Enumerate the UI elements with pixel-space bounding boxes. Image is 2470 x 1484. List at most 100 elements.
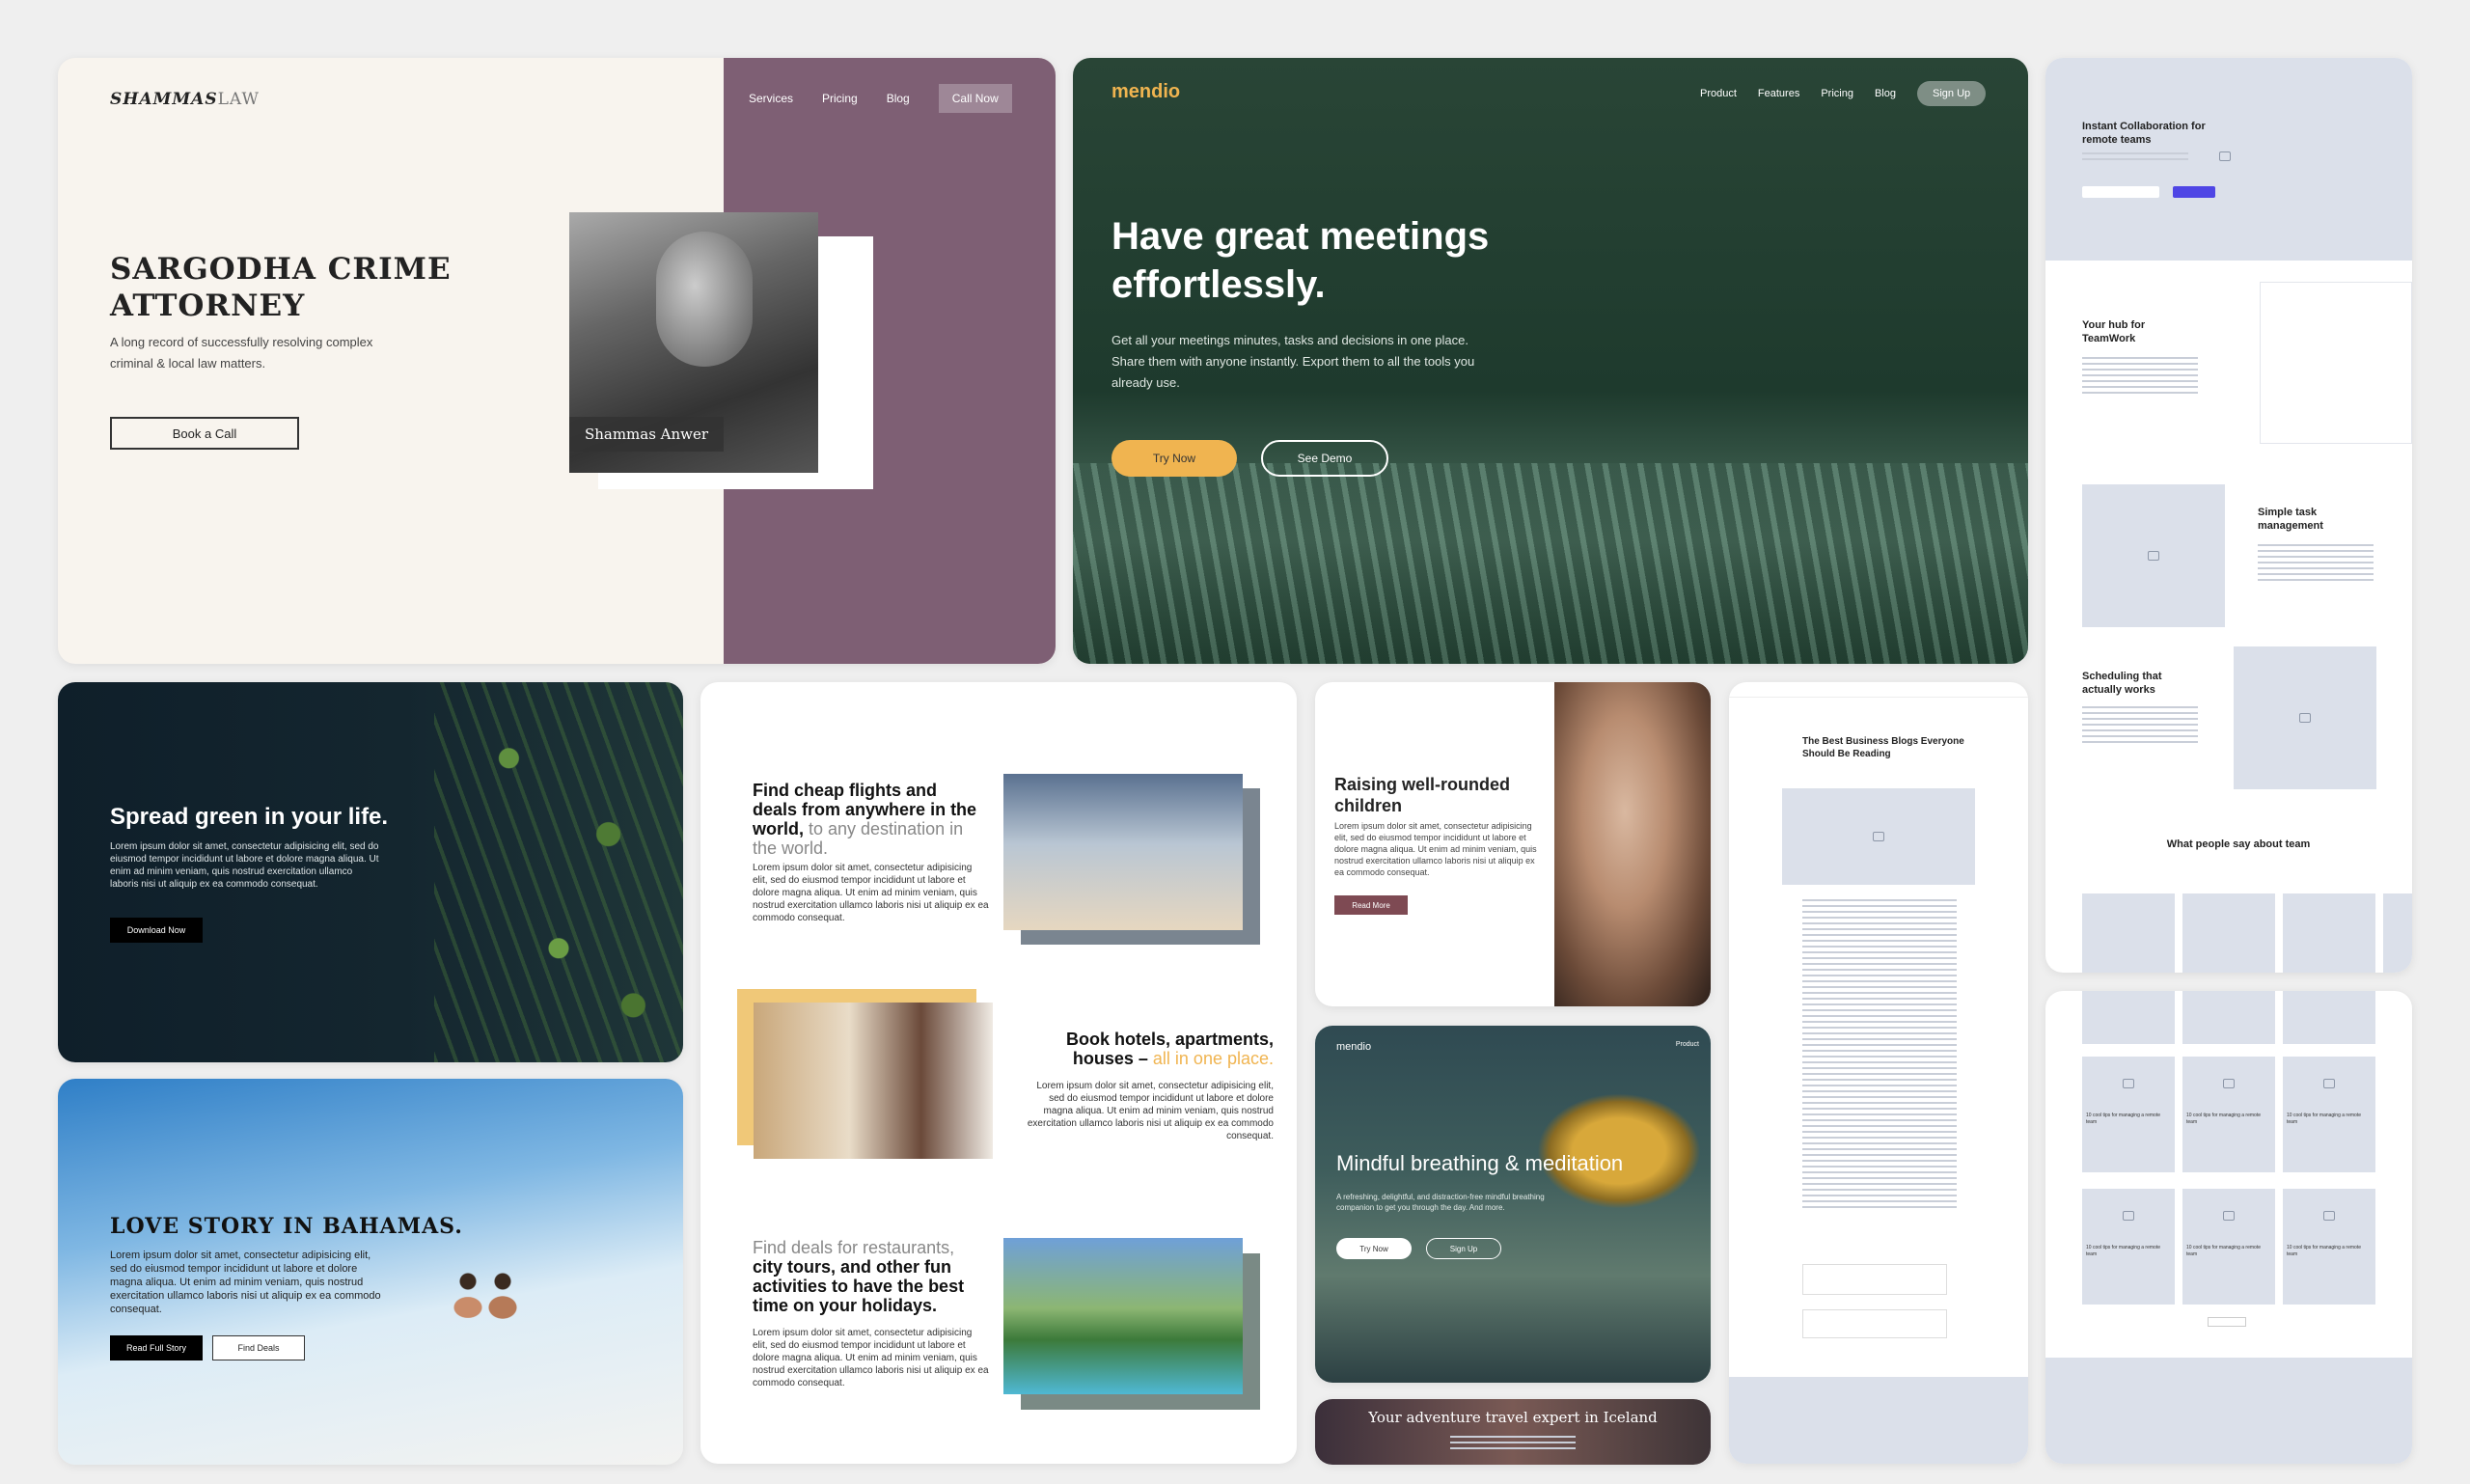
read-more-button[interactable]: Read More <box>1334 895 1408 915</box>
testimonial-card <box>2182 893 2275 973</box>
couple-image <box>449 1264 526 1322</box>
nav-blog[interactable]: Blog <box>887 92 910 105</box>
see-demo-button[interactable]: See Demo <box>1261 440 1388 477</box>
blog-topbar <box>1729 682 2028 698</box>
post-tile[interactable]: 10 cool tips for managing a remote team <box>2082 1057 2175 1172</box>
nav-pricing[interactable]: Pricing <box>1821 88 1853 99</box>
section-scheduling-text <box>2082 706 2198 745</box>
comment-input[interactable] <box>1802 1309 1947 1338</box>
image-icon <box>2215 147 2235 166</box>
post-tile[interactable] <box>2082 991 2175 1044</box>
law-nav: Services Pricing Blog Call Now <box>749 84 1012 113</box>
task-image <box>2082 484 2225 627</box>
post-tile[interactable]: 10 cool tips for managing a remote team <box>2182 1057 2275 1172</box>
image-icon <box>2148 551 2159 561</box>
read-full-story-button[interactable]: Read Full Story <box>110 1335 203 1360</box>
load-more-button[interactable] <box>2208 1317 2246 1327</box>
mendio-subtitle: Get all your meetings minutes, tasks and… <box>1112 333 1475 390</box>
iceland-text <box>1450 1436 1576 1449</box>
law-landing-card: SHAMMASLAW Services Pricing Blog Call No… <box>58 58 1056 664</box>
mendio-landing-card: mendio Product Features Pricing Blog Sig… <box>1073 58 2028 664</box>
deals-body: Lorem ipsum dolor sit amet, consectetur … <box>753 1328 989 1388</box>
section-scheduling-title: Scheduling that actually works <box>2082 671 2162 696</box>
blog-hero-image <box>1782 788 1975 885</box>
image-icon <box>2123 1210 2134 1221</box>
law-logo[interactable]: SHAMMASLAW <box>110 90 260 109</box>
post-image <box>2283 1057 2375 1110</box>
nav-services[interactable]: Services <box>749 92 793 105</box>
get-started-button[interactable] <box>2173 186 2215 198</box>
scheduling-image <box>2234 646 2376 789</box>
image-icon <box>2299 713 2311 723</box>
crowd-image <box>1073 463 2028 664</box>
nav-features[interactable]: Features <box>1758 88 1799 99</box>
post-tile[interactable]: 10 cool tips for managing a remote team <box>2283 1057 2375 1172</box>
mindful-title: Mindful breathing & meditation <box>1336 1151 1624 1175</box>
testimonial-heading: What people say about team <box>2166 838 2311 850</box>
mendio-nav: Product Features Pricing Blog Sign Up <box>1700 81 1987 106</box>
mendio-logo[interactable]: mendio <box>1112 81 1180 103</box>
try-now-button[interactable]: Try Now <box>1336 1238 1412 1259</box>
mindful-logo[interactable]: mendio <box>1336 1041 1371 1053</box>
blog-grid-card: 10 cool tips for managing a remote team … <box>2045 991 2412 1464</box>
law-subtitle: A long record of successfully resolving … <box>110 335 373 371</box>
try-now-button[interactable]: Try Now <box>1112 440 1237 477</box>
nav-product[interactable]: Product <box>1700 88 1737 99</box>
children-landing-card: Raising well-rounded children Lorem ipsu… <box>1315 682 1711 1006</box>
testimonial-card <box>2082 893 2175 973</box>
airplane-image <box>1003 774 1243 930</box>
post-tile[interactable]: 10 cool tips for managing a remote team <box>2082 1189 2175 1305</box>
bahamas-title: LOVE STORY IN BAHAMAS. <box>110 1214 463 1239</box>
bahamas-body: Lorem ipsum dolor sit amet, consectetur … <box>110 1250 381 1315</box>
green-title: Spread green in your life. <box>110 804 389 830</box>
post-tile[interactable]: 10 cool tips for managing a remote team <box>2182 1189 2275 1305</box>
team-hero-title: Instant Collaboration for remote teams <box>2082 121 2206 146</box>
travel-landing-card: Find cheap flights and deals from anywhe… <box>700 682 1297 1464</box>
download-now-button[interactable]: Download Now <box>110 918 203 943</box>
post-title: 10 cool tips for managing a remote team <box>2287 1113 2361 1125</box>
mindful-body: A refreshing, delightful, and distractio… <box>1336 1193 1545 1212</box>
post-tile[interactable] <box>2182 991 2275 1044</box>
sign-up-button[interactable]: Sign Up <box>1426 1238 1501 1259</box>
call-now-button[interactable]: Call Now <box>938 84 1012 113</box>
mindful-landing-card: mendio Product Mindful breathing & medit… <box>1315 1026 1711 1383</box>
vines-image <box>434 682 683 1062</box>
post-image <box>2182 1189 2275 1242</box>
nav-product[interactable]: Product <box>1676 1041 1699 1048</box>
image-icon <box>2223 1210 2235 1221</box>
green-body: Lorem ipsum dolor sit amet, consectetur … <box>110 841 379 890</box>
section-task-title: Simple task management <box>2258 507 2323 532</box>
grid-footer <box>2045 1358 2412 1464</box>
post-image <box>2082 1189 2175 1242</box>
find-deals-button[interactable]: Find Deals <box>212 1335 305 1360</box>
resort-image <box>1003 1238 1243 1394</box>
author-box <box>1802 1264 1947 1295</box>
iceland-title: Your adventure travel expert in Iceland <box>1368 1409 1658 1426</box>
image-icon <box>2323 1210 2335 1221</box>
book-call-button[interactable]: Book a Call <box>110 417 299 450</box>
law-title: SARGODHA CRIME ATTORNEY <box>110 252 452 323</box>
children-body: Lorem ipsum dolor sit amet, consectetur … <box>1334 821 1537 877</box>
hotels-body: Lorem ipsum dolor sit amet, consectetur … <box>1027 1081 1274 1141</box>
sign-up-button[interactable]: Sign Up <box>1917 81 1987 106</box>
nav-pricing[interactable]: Pricing <box>822 92 858 105</box>
post-tile[interactable] <box>2283 991 2375 1044</box>
team-landing-card: Instant Collaboration for remote teams Y… <box>2045 58 2412 973</box>
email-input[interactable] <box>2082 186 2159 198</box>
child-portrait <box>1554 682 1711 1006</box>
flights-body: Lorem ipsum dolor sit amet, consectetur … <box>753 863 989 923</box>
image-icon <box>2323 1078 2335 1088</box>
flights-heading: Find cheap flights and deals from anywhe… <box>753 781 977 858</box>
post-title: 10 cool tips for managing a remote team <box>2186 1113 2261 1125</box>
deals-heading: Find deals for restaurants, city tours, … <box>753 1238 965 1315</box>
blog-body-text <box>1802 899 1957 1208</box>
image-icon <box>2223 1078 2235 1088</box>
post-tile[interactable]: 10 cool tips for managing a remote team <box>2283 1189 2375 1305</box>
iceland-landing-card: Your adventure travel expert in Iceland <box>1315 1399 1711 1465</box>
post-image <box>2182 1057 2275 1110</box>
blog-title: The Best Business Blogs Everyone Should … <box>1802 736 1964 759</box>
nav-blog[interactable]: Blog <box>1875 88 1896 99</box>
section-teamwork-text <box>2082 357 2198 396</box>
post-image <box>2283 1189 2375 1242</box>
blog-footer <box>1729 1377 2028 1464</box>
